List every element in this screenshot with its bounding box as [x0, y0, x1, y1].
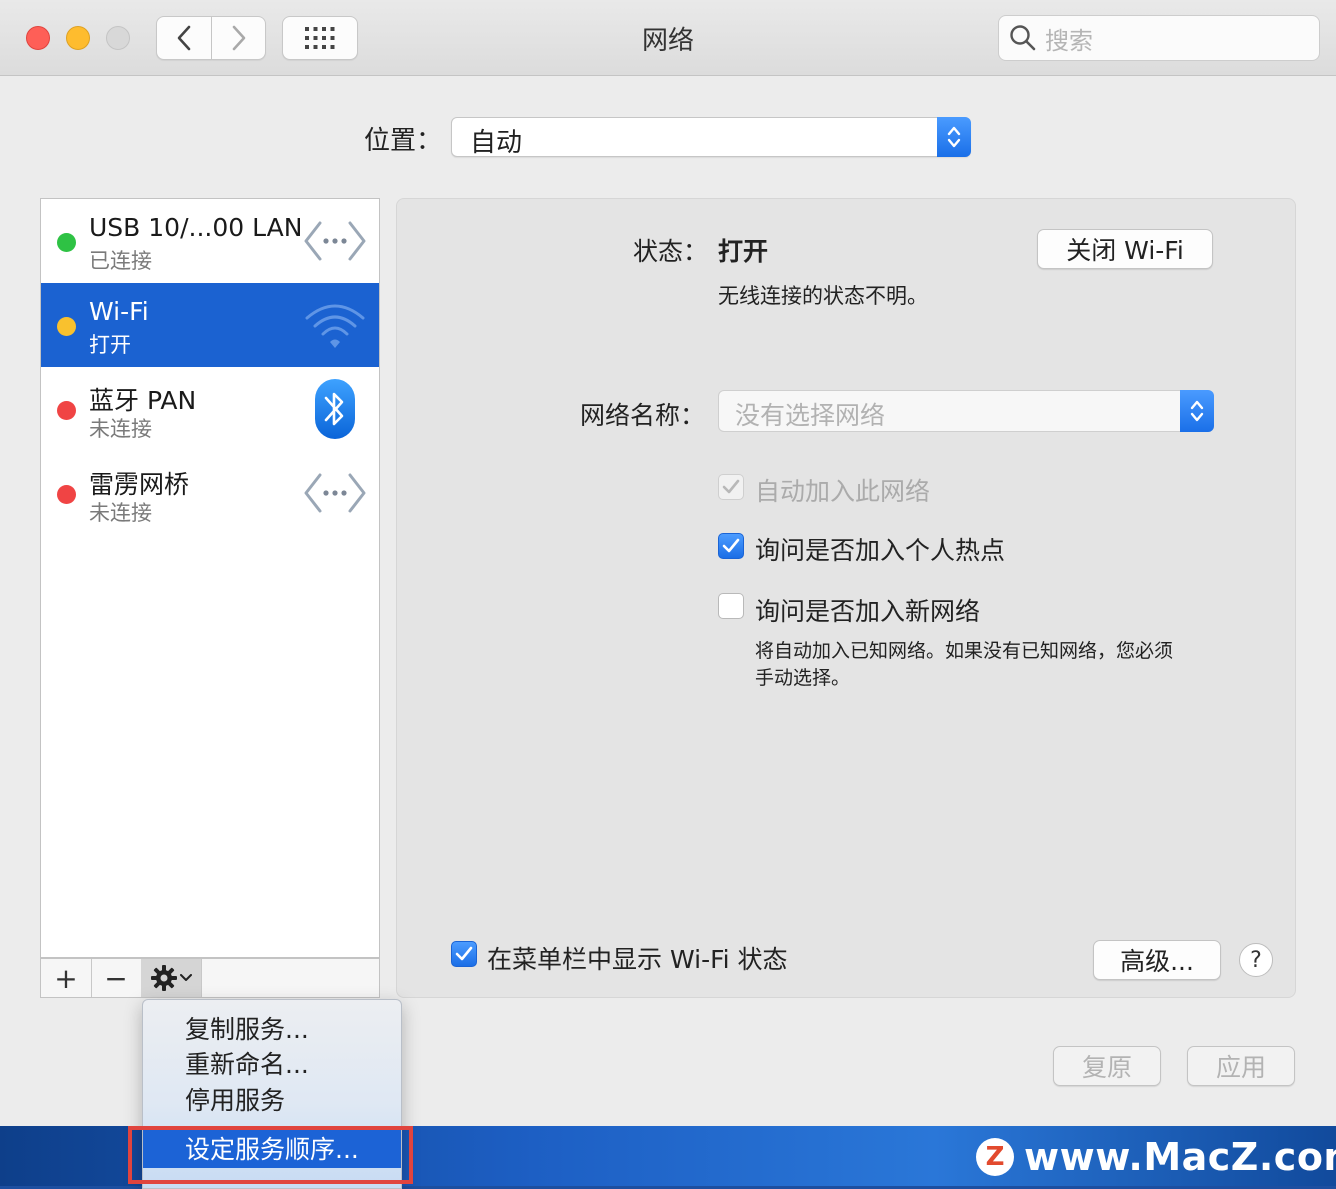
service-name: USB 10/...00 LAN [89, 213, 303, 242]
service-status: 未连接 [89, 417, 152, 441]
updown-chevron-icon [1190, 400, 1204, 422]
wifi-icon [303, 297, 367, 353]
service-item-bluetooth-pan[interactable]: 蓝牙 PAN 未连接 [41, 367, 379, 451]
location-value: 自动 [470, 128, 523, 158]
close-window-button[interactable] [26, 26, 50, 50]
watermark: Z www.MacZ.com [976, 1132, 1336, 1182]
search-placeholder: 搜索 [1045, 26, 1093, 55]
gear-icon [150, 965, 177, 991]
ask-new-network-desc-2: 手动选择。 [755, 667, 851, 689]
ask-new-network-checkbox[interactable] [718, 593, 744, 619]
service-status: 打开 [89, 333, 131, 357]
service-name: 雷雳网桥 [89, 470, 190, 499]
ethernet-icon [303, 213, 367, 269]
status-dot [57, 233, 76, 252]
apply-button[interactable]: 应用 [1187, 1046, 1295, 1086]
advanced-button[interactable]: 高级... [1093, 940, 1221, 980]
auto-join-checkbox[interactable] [718, 474, 744, 500]
menu-item-rename[interactable]: 重新命名... [185, 1045, 309, 1081]
checkmark-icon [455, 946, 473, 961]
bluetooth-icon [303, 379, 367, 439]
grid-icon [305, 27, 335, 49]
action-menu-button[interactable] [141, 959, 202, 997]
service-item-wifi[interactable]: Wi-Fi 打开 [41, 283, 379, 367]
location-label: 位置： [364, 126, 443, 156]
thunderbolt-bridge-icon [303, 465, 367, 521]
network-name-label: 网络名称： [580, 401, 706, 430]
service-name: 蓝牙 PAN [89, 386, 197, 415]
service-item-thunderbolt-bridge[interactable]: 雷雳网桥 未连接 [41, 451, 379, 535]
status-dot [57, 317, 76, 336]
show-wifi-menubar-checkbox[interactable] [451, 941, 477, 967]
service-name: Wi-Fi [89, 297, 149, 326]
status-dot [57, 401, 76, 420]
checkmark-icon [722, 538, 740, 553]
status-dot [57, 485, 76, 504]
show-wifi-menubar-label: 在菜单栏中显示 Wi-Fi 状态 [487, 945, 788, 974]
chevron-down-icon [179, 974, 192, 981]
add-service-button[interactable]: + [41, 959, 92, 997]
zoom-window-button[interactable] [106, 26, 130, 50]
status-description: 无线连接的状态不明。 [718, 284, 928, 308]
service-list: USB 10/...00 LAN 已连接 Wi-Fi 打开 蓝牙 PAN 未连接… [40, 198, 380, 958]
network-preferences-window: 网络 搜索 位置： 自动 USB 10/...00 LAN 已连接 Wi-Fi … [0, 0, 1336, 1126]
checkmark-icon [722, 479, 740, 494]
ask-new-network-desc-1: 将自动加入已知网络。如果没有已知网络，您必须 [755, 640, 1174, 662]
watermark-logo: Z [976, 1138, 1014, 1176]
show-all-button[interactable] [282, 16, 358, 60]
minimize-window-button[interactable] [66, 26, 90, 50]
service-list-toolbar: + − [40, 958, 380, 998]
network-name-stepper [1180, 390, 1214, 432]
chevron-right-icon [232, 25, 245, 51]
forward-button[interactable] [212, 16, 266, 60]
location-select[interactable]: 自动 [451, 117, 971, 158]
service-status: 未连接 [89, 501, 152, 525]
auto-join-label: 自动加入此网络 [755, 477, 931, 506]
status-label: 状态： [633, 237, 709, 266]
location-stepper [937, 117, 971, 157]
remove-service-button[interactable]: − [91, 959, 142, 997]
menu-item-deactivate-service[interactable]: 停用服务 [185, 1081, 285, 1117]
turn-off-wifi-button[interactable]: 关闭 Wi-Fi [1037, 229, 1213, 269]
service-item-usb-lan[interactable]: USB 10/...00 LAN 已连接 [41, 199, 379, 283]
title-bar: 网络 搜索 [0, 0, 1336, 76]
network-name-select[interactable]: 没有选择网络 [718, 390, 1214, 432]
search-field[interactable]: 搜索 [998, 15, 1320, 61]
search-icon [1010, 25, 1036, 51]
status-value: 打开 [718, 237, 769, 266]
service-status: 已连接 [89, 249, 152, 273]
revert-button[interactable]: 复原 [1053, 1046, 1161, 1086]
ask-new-network-label: 询问是否加入新网络 [755, 597, 981, 626]
network-name-placeholder: 没有选择网络 [735, 401, 886, 430]
ask-hotspot-checkbox[interactable] [718, 533, 744, 559]
window-title: 网络 [641, 26, 694, 56]
menu-item-duplicate-service[interactable]: 复制服务... [185, 1010, 309, 1046]
chevron-left-icon [177, 25, 191, 51]
ask-hotspot-label: 询问是否加入个人热点 [755, 536, 1006, 565]
watermark-text: www.MacZ.com [1024, 1135, 1336, 1179]
updown-chevron-icon [947, 126, 961, 148]
annotation-highlight-box [128, 1126, 413, 1184]
back-button[interactable] [156, 16, 212, 60]
help-button[interactable]: ? [1239, 943, 1273, 977]
